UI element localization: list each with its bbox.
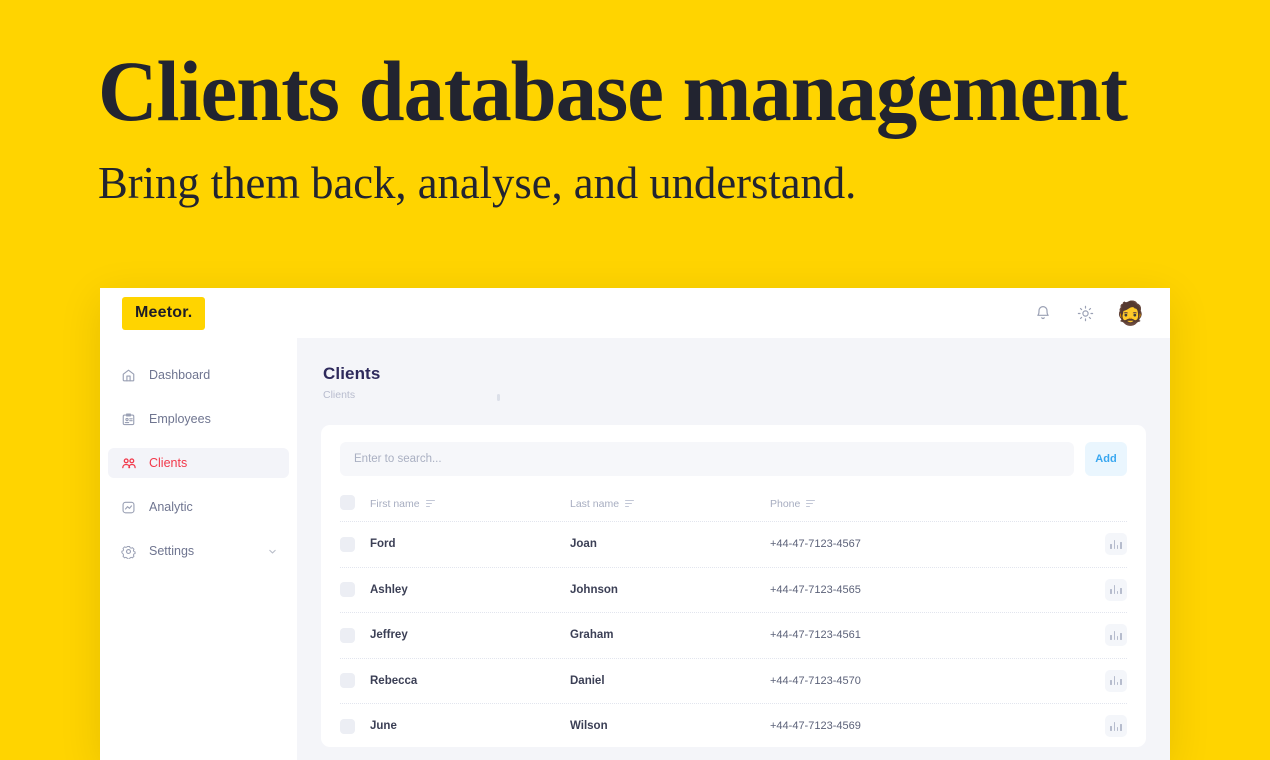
cell-last-name: Johnson [570,583,618,596]
sidebar-item-label: Analytic [149,500,193,514]
app-logo[interactable]: Meetor. [122,296,206,330]
cell-last-name: Wilson [570,720,608,733]
column-label: First name [370,497,420,510]
row-checkbox[interactable] [340,718,370,734]
cell-first-name: Rebecca [370,674,418,687]
checkbox-icon [340,582,355,598]
hero-section: Clients database management Bring them b… [98,48,1188,206]
bar-chart-icon [1105,533,1127,556]
cell-first-name: Jeffrey [370,629,408,642]
avatar[interactable]: 🧔 [1117,300,1144,327]
cell-phone: +44-47-7123-4561 [770,629,861,642]
row-action-button[interactable] [1087,624,1127,647]
column-label: Phone [770,497,801,510]
table-row[interactable]: Jeffrey Graham +44-47-7123-4561 [340,613,1127,659]
clients-card: Add First name Last name [321,425,1146,747]
clients-table: First name Last name Phone Ford Joan +44… [340,484,1127,747]
breadcrumb: Clients [323,389,356,401]
people-icon [120,455,137,472]
page-title: Clients [323,364,381,383]
select-all-checkbox[interactable] [340,495,370,510]
gear-icon[interactable] [1075,303,1095,323]
bar-chart-icon [1105,715,1127,738]
gear-icon [120,543,137,560]
column-header-phone[interactable]: Phone [770,494,1087,512]
cell-phone: +44-47-7123-4567 [770,538,861,551]
hero-title: Clients database management [98,43,1128,139]
main-content: Clients Clients Add First name [297,338,1170,760]
cell-first-name: June [370,720,397,733]
row-checkbox[interactable] [340,582,370,598]
chevron-down-icon[interactable] [268,547,277,556]
row-action-button[interactable] [1087,715,1127,738]
table-header-row: First name Last name Phone [340,484,1127,522]
column-header-last-name[interactable]: Last name [570,494,770,512]
column-header-first-name[interactable]: First name [370,494,570,512]
sort-icon[interactable] [806,500,816,507]
hero-subtitle: Bring them back, analyse, and understand… [98,157,857,208]
table-row[interactable]: Ashley Johnson +44-47-7123-4565 [340,568,1127,613]
checkbox-icon [340,495,355,510]
cell-phone: +44-47-7123-4569 [770,720,861,733]
sidebar-item-clients[interactable]: Clients [108,448,289,478]
row-action-button[interactable] [1087,578,1127,601]
sidebar-item-label: Settings [149,544,195,558]
id-card-icon [120,411,137,428]
sidebar: Dashboard Employees Clients Analytic Set… [100,338,297,760]
top-bar: Meetor. 🧔 [100,288,1170,338]
cell-last-name: Daniel [570,674,605,687]
row-checkbox[interactable] [340,673,370,689]
analytics-icon [120,499,137,516]
checkbox-icon [340,673,355,689]
topbar-actions: 🧔 [1033,300,1144,327]
table-row[interactable]: Rebecca Daniel +44-47-7123-4570 [340,659,1127,704]
page-header: Clients Clients [297,364,1170,401]
bar-chart-icon [1105,669,1127,692]
checkbox-icon [340,627,355,643]
app-window: Meetor. 🧔 Dashboard Employees Clients An… [100,288,1170,760]
row-checkbox[interactable] [340,627,370,643]
cell-first-name: Ashley [370,583,408,596]
home-icon [120,367,137,384]
search-input[interactable] [340,442,1074,476]
row-action-button[interactable] [1087,669,1127,692]
bar-chart-icon [1105,578,1127,601]
row-checkbox[interactable] [340,536,370,552]
sidebar-item-dashboard[interactable]: Dashboard [108,360,289,390]
add-button[interactable]: Add [1085,442,1127,476]
sort-icon[interactable] [625,500,635,507]
sort-icon[interactable] [425,500,435,507]
search-row: Add [340,442,1127,476]
bell-icon[interactable] [1033,303,1053,323]
table-row[interactable]: June Wilson +44-47-7123-4569 [340,704,1127,747]
bar-chart-icon [1105,624,1127,647]
checkbox-icon [340,536,355,552]
sidebar-item-settings[interactable]: Settings [108,536,289,566]
sidebar-item-label: Employees [149,412,211,426]
checkbox-icon [340,718,355,734]
cell-phone: +44-47-7123-4570 [770,674,861,687]
row-action-button[interactable] [1087,533,1127,556]
sidebar-item-label: Dashboard [149,368,211,382]
sidebar-item-analytic[interactable]: Analytic [108,492,289,522]
sidebar-item-employees[interactable]: Employees [108,404,289,434]
cell-phone: +44-47-7123-4565 [770,583,861,596]
table-row[interactable]: Ford Joan +44-47-7123-4567 [340,522,1127,568]
column-label: Last name [570,497,620,510]
cell-last-name: Joan [570,538,597,551]
sidebar-item-label: Clients [149,456,188,470]
cell-first-name: Ford [370,538,396,551]
scrollbar[interactable] [497,394,500,401]
cell-last-name: Graham [570,629,614,642]
